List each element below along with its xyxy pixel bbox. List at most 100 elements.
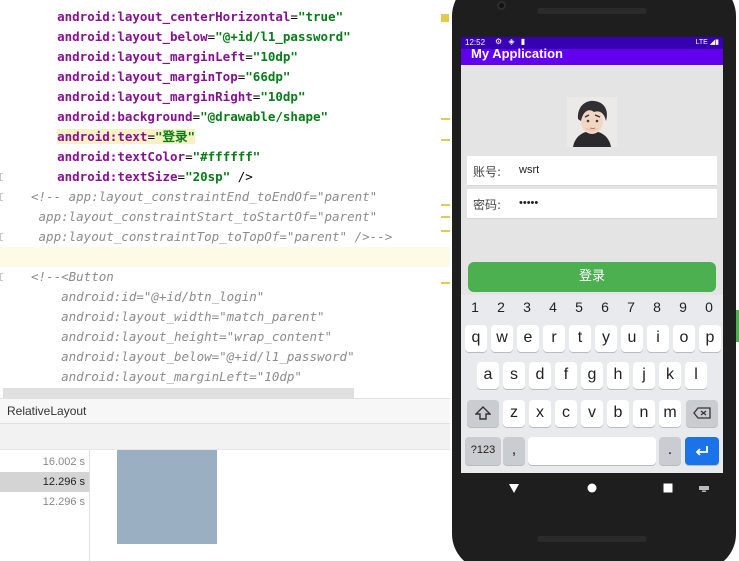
fold-marker[interactable] — [0, 173, 3, 181]
code-line[interactable]: android:id="@+id/btn_login" — [0, 287, 450, 307]
editor-horizontal-scrollbar[interactable] — [3, 388, 354, 398]
number-hint[interactable]: 4 — [540, 297, 566, 317]
number-hint[interactable]: 2 — [488, 297, 514, 317]
code-line[interactable]: android:layout_marginLeft="10dp" — [0, 367, 450, 387]
timeline-bar[interactable] — [117, 450, 217, 544]
key-w[interactable]: w — [491, 325, 513, 352]
key-u[interactable]: u — [621, 325, 643, 352]
number-hint[interactable]: 1 — [462, 297, 488, 317]
number-hint[interactable]: 6 — [592, 297, 618, 317]
password-field[interactable]: 密码: ••••• — [467, 189, 717, 219]
code-line[interactable] — [0, 247, 450, 267]
home-icon[interactable] — [587, 483, 597, 493]
key-f[interactable]: f — [555, 362, 577, 389]
highlight-marker[interactable] — [441, 204, 450, 206]
soft-keyboard[interactable]: 1234567890 qwertyuiop asdfghjkl zxcvbnm … — [461, 295, 723, 473]
recents-icon[interactable] — [663, 483, 673, 493]
code-line[interactable]: android:textSize="20sp" /> — [0, 167, 450, 187]
key-s[interactable]: s — [503, 362, 525, 389]
comma-key[interactable]: , — [503, 437, 525, 465]
code-line[interactable]: android:layout_marginTop="66dp" — [0, 67, 450, 87]
number-hint[interactable]: 9 — [670, 297, 696, 317]
key-y[interactable]: y — [595, 325, 617, 352]
code-line[interactable]: app:layout_constraintTop_toTopOf="parent… — [0, 227, 450, 247]
number-hint[interactable]: 5 — [566, 297, 592, 317]
code-line[interactable]: <!-- app:layout_constraintEnd_toEndOf="p… — [0, 187, 450, 207]
enter-key[interactable] — [685, 437, 719, 465]
code-line[interactable]: android:layout_width="match_parent" — [0, 307, 450, 327]
highlight-marker[interactable] — [441, 282, 450, 284]
login-button[interactable]: 登录 — [468, 262, 716, 292]
key-g[interactable]: g — [581, 362, 603, 389]
key-d[interactable]: d — [529, 362, 551, 389]
fold-marker[interactable] — [0, 273, 3, 281]
symbols-key[interactable]: ?123 — [465, 437, 501, 465]
number-hint[interactable]: 0 — [696, 297, 722, 317]
attribute-value: "10dp" — [252, 49, 298, 64]
key-c[interactable]: c — [555, 400, 577, 427]
space-key[interactable] — [528, 437, 656, 465]
key-v[interactable]: v — [581, 400, 603, 427]
key-a[interactable]: a — [477, 362, 499, 389]
speaker-grill — [537, 536, 647, 542]
key-b[interactable]: b — [607, 400, 629, 427]
account-field[interactable]: 账号: wsrt — [467, 156, 717, 186]
keyboard-switch-icon[interactable] — [699, 486, 709, 492]
highlight-marker[interactable] — [441, 118, 450, 120]
code-line[interactable]: android:text="登录" — [0, 127, 450, 147]
key-x[interactable]: x — [529, 400, 551, 427]
number-hint[interactable]: 7 — [618, 297, 644, 317]
key-o[interactable]: o — [673, 325, 695, 352]
timing-row-selected[interactable]: 12.296 s — [0, 472, 89, 492]
key-e[interactable]: e — [517, 325, 539, 352]
code-line[interactable]: app:layout_constraintStart_toStartOf="pa… — [0, 207, 450, 227]
code-line[interactable]: android:textColor="#ffffff" — [0, 147, 450, 167]
code-line[interactable]: <!--<Button — [0, 267, 450, 287]
attribute-key: layout_marginLeft — [117, 49, 246, 64]
key-k[interactable]: k — [659, 362, 681, 389]
account-input[interactable]: wsrt — [519, 164, 539, 176]
code-line[interactable]: android:layout_marginRight="10dp" — [0, 87, 450, 107]
timing-row[interactable]: 12.296 s — [0, 492, 89, 512]
component-tree-header[interactable]: RelativeLayout — [0, 398, 450, 424]
key-r[interactable]: r — [543, 325, 565, 352]
highlight-marker[interactable] — [441, 139, 450, 141]
back-icon[interactable] — [508, 482, 520, 494]
key-z[interactable]: z — [503, 400, 525, 427]
fold-marker[interactable] — [0, 193, 3, 201]
code-line[interactable]: android:background="@drawable/shape" — [0, 107, 450, 127]
highlight-marker[interactable] — [441, 216, 450, 218]
number-hint[interactable]: 8 — [644, 297, 670, 317]
number-hint[interactable]: 3 — [514, 297, 540, 317]
period-key[interactable]: . — [659, 437, 681, 465]
warning-marker[interactable] — [441, 14, 449, 22]
shift-key[interactable] — [467, 400, 499, 427]
code-line[interactable]: android:layout_centerHorizontal="true" — [0, 7, 450, 27]
key-i[interactable]: i — [647, 325, 669, 352]
key-p[interactable]: p — [699, 325, 721, 352]
emulator-screen[interactable]: 12:52 ⚙ ◈ ▮ LTE ◢▮ My Application 账号: ws… — [461, 37, 723, 473]
camera-icon — [497, 1, 506, 10]
attribute-name: android — [57, 109, 110, 124]
key-h[interactable]: h — [607, 362, 629, 389]
comment-text: android:layout_below="@+id/l1_password" — [31, 349, 355, 364]
key-n[interactable]: n — [633, 400, 655, 427]
backspace-key[interactable] — [686, 400, 718, 427]
code-line[interactable]: android:layout_below="@+id/l1_password" — [0, 347, 450, 367]
password-input[interactable]: ••••• — [519, 197, 538, 209]
attribute-key: text — [117, 129, 148, 144]
timing-row[interactable]: 16.002 s — [0, 452, 89, 472]
key-t[interactable]: t — [569, 325, 591, 352]
key-m[interactable]: m — [659, 400, 681, 427]
key-l[interactable]: l — [685, 362, 707, 389]
highlight-marker[interactable] — [441, 230, 450, 232]
key-j[interactable]: j — [633, 362, 655, 389]
fold-marker[interactable] — [0, 233, 3, 241]
key-q[interactable]: q — [465, 325, 487, 352]
timeline-divider — [89, 450, 90, 561]
code-line[interactable]: android:layout_height="wrap_content" — [0, 327, 450, 347]
code-line[interactable]: android:layout_below="@+id/l1_password" — [0, 27, 450, 47]
code-line[interactable]: android:layout_marginLeft="10dp" — [0, 47, 450, 67]
code-editor[interactable]: android:layout_centerHorizontal="true" a… — [0, 0, 450, 398]
